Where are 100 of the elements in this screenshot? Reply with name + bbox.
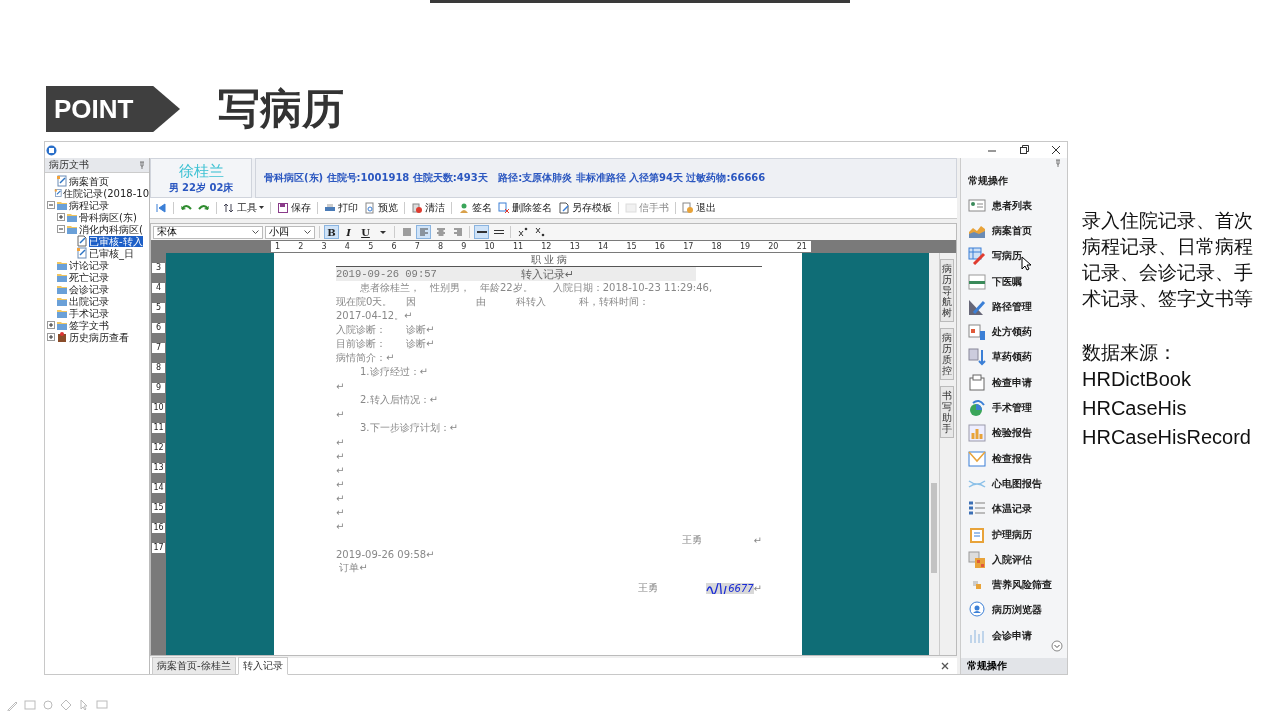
ruler-number: 21 (796, 241, 807, 252)
toolbar-button[interactable]: 预览 (362, 200, 400, 216)
action-button[interactable]: 病历浏览器 (961, 597, 1067, 624)
toolbar-button[interactable]: 清洁 (409, 200, 447, 216)
ruler-number: 1 (275, 241, 281, 252)
format-button[interactable]: I (341, 225, 356, 239)
tree-item[interactable]: 签字文书 (69, 319, 109, 331)
document-text: ↵ (336, 380, 345, 392)
ruler-number: 12 (152, 443, 165, 453)
side-tab[interactable]: 病历质控 (940, 328, 954, 380)
side-tab[interactable]: 书写助手 (940, 386, 954, 438)
action-button[interactable]: 入院评估 (961, 547, 1067, 573)
panel-title: 病历文书 (49, 158, 89, 172)
action-button[interactable]: 营养风险筛查 (961, 572, 1067, 598)
tree-item[interactable]: 会诊记录 (69, 283, 109, 295)
signer-name: 王勇 (681, 533, 702, 547)
screen-icon (24, 699, 36, 711)
folder-icon (56, 199, 68, 211)
document-text: 2017-04-12。↵ (336, 309, 413, 323)
source-name: HRCaseHis (1082, 396, 1188, 421)
action-button[interactable]: 会诊申请 (961, 623, 1067, 649)
ruler-number: 19 (739, 241, 751, 252)
document-tab[interactable]: 病案首页-徐桂兰 (152, 657, 236, 675)
toolbar-button[interactable]: 签名 (456, 200, 494, 216)
superscript-icon (516, 226, 529, 238)
tree-item[interactable]: 讨论记录 (69, 259, 109, 271)
folder-icon (66, 211, 78, 223)
tree-item[interactable]: 历史病历查看 (69, 331, 129, 343)
ruler-number: 10 (152, 403, 165, 413)
tree-item[interactable]: 骨科病区(东) (79, 211, 137, 223)
tree-item[interactable]: 消化内科病区( (79, 223, 143, 235)
collapse-icon[interactable] (57, 225, 65, 233)
tree-item[interactable]: 住院记录(2018-10 (63, 187, 149, 199)
ruler-number: 7 (152, 343, 165, 353)
toolbar-button[interactable]: 另存模板 (556, 200, 614, 216)
group-title: 常规操作 (967, 174, 1009, 188)
action-button[interactable]: 路径管理 (961, 294, 1067, 320)
ruler-number: 6 (391, 241, 397, 252)
ruler-number: 12 (541, 241, 552, 252)
action-button[interactable]: 手术管理 (961, 395, 1067, 421)
ruler-number: 11 (152, 423, 165, 433)
document-text: 1.诊疗经过：↵ (359, 365, 428, 379)
tree-item[interactable]: 病案首页 (69, 175, 109, 187)
envelope-icon (968, 449, 986, 468)
tree-item[interactable]: 出院记录 (69, 295, 109, 307)
expand-icon[interactable] (47, 333, 55, 341)
ruler-number: 3 (152, 263, 165, 273)
action-button[interactable]: 下医嘱 (961, 268, 1067, 295)
document-text: ↵ (336, 478, 345, 490)
format-button[interactable]: B (324, 225, 339, 239)
action-button[interactable]: 病案首页 (961, 218, 1067, 244)
font-dropdown[interactable]: 宋体 (153, 225, 263, 239)
collapse-icon[interactable] (47, 201, 55, 209)
action-button[interactable]: 护理病历 (961, 521, 1067, 548)
expand-icon[interactable] (47, 321, 55, 329)
ruler-number: 8 (437, 241, 444, 252)
signer-name: 王勇 (638, 581, 659, 595)
toolbar-button[interactable]: 工具 (221, 200, 266, 216)
font-size-dropdown[interactable]: 小四 (265, 225, 315, 239)
action-button[interactable]: 体温记录 (961, 496, 1067, 522)
toolbar-button[interactable] (153, 200, 169, 216)
bar-chart-icon (968, 424, 986, 443)
action-button[interactable]: 检验报告 (961, 420, 1067, 446)
action-button[interactable]: 检查报告 (961, 445, 1067, 472)
tablet-icon (625, 202, 637, 214)
ruler-number: 9 (152, 383, 165, 393)
location-pin-icon (968, 601, 986, 620)
toolbar-button[interactable]: 打印 (322, 200, 360, 216)
preview-icon (364, 202, 376, 214)
tree-item[interactable]: 已审核_日 (89, 247, 134, 259)
calendar-icon (968, 323, 986, 342)
toolbar-button[interactable]: 退出 (680, 200, 718, 216)
tree-item[interactable]: 手术记录 (69, 307, 109, 319)
toolbar-button[interactable]: 保存 (275, 200, 313, 216)
folder-icon (56, 307, 68, 319)
document-text: ↵ (336, 408, 345, 420)
save-icon (277, 202, 289, 214)
tree-item[interactable]: 病程记录 (69, 199, 109, 211)
document-text: ↵ (336, 464, 345, 476)
ruler-number: 8 (152, 363, 165, 373)
format-button[interactable]: U (358, 225, 373, 239)
action-button[interactable]: 患者列表 (961, 193, 1067, 219)
toolbar-button[interactable]: 删除签名 (496, 200, 554, 216)
document-tab[interactable]: 转入记录 (237, 657, 288, 675)
expand-icon[interactable] (57, 213, 65, 221)
person-icon (458, 202, 470, 214)
action-button[interactable]: 处方领药 (961, 319, 1067, 345)
scroll-thumb[interactable] (931, 483, 937, 573)
tree-item[interactable]: 已审核-转入 (89, 235, 143, 247)
action-button[interactable]: 心电图报告 (961, 471, 1067, 497)
group-tab[interactable]: 常规操作 (961, 658, 1067, 674)
action-button[interactable]: 检查申请 (961, 370, 1067, 396)
tree-item[interactable]: 死亡记录 (69, 271, 109, 283)
ruler-number: 4 (152, 283, 165, 293)
format-button[interactable] (474, 225, 489, 239)
ruler-number: 13 (569, 241, 580, 252)
folder-icon (56, 319, 68, 331)
pin-icon (1055, 159, 1061, 167)
action-button[interactable]: 草药领药 (961, 344, 1067, 371)
side-tab[interactable]: 病历导航树 (940, 259, 954, 322)
